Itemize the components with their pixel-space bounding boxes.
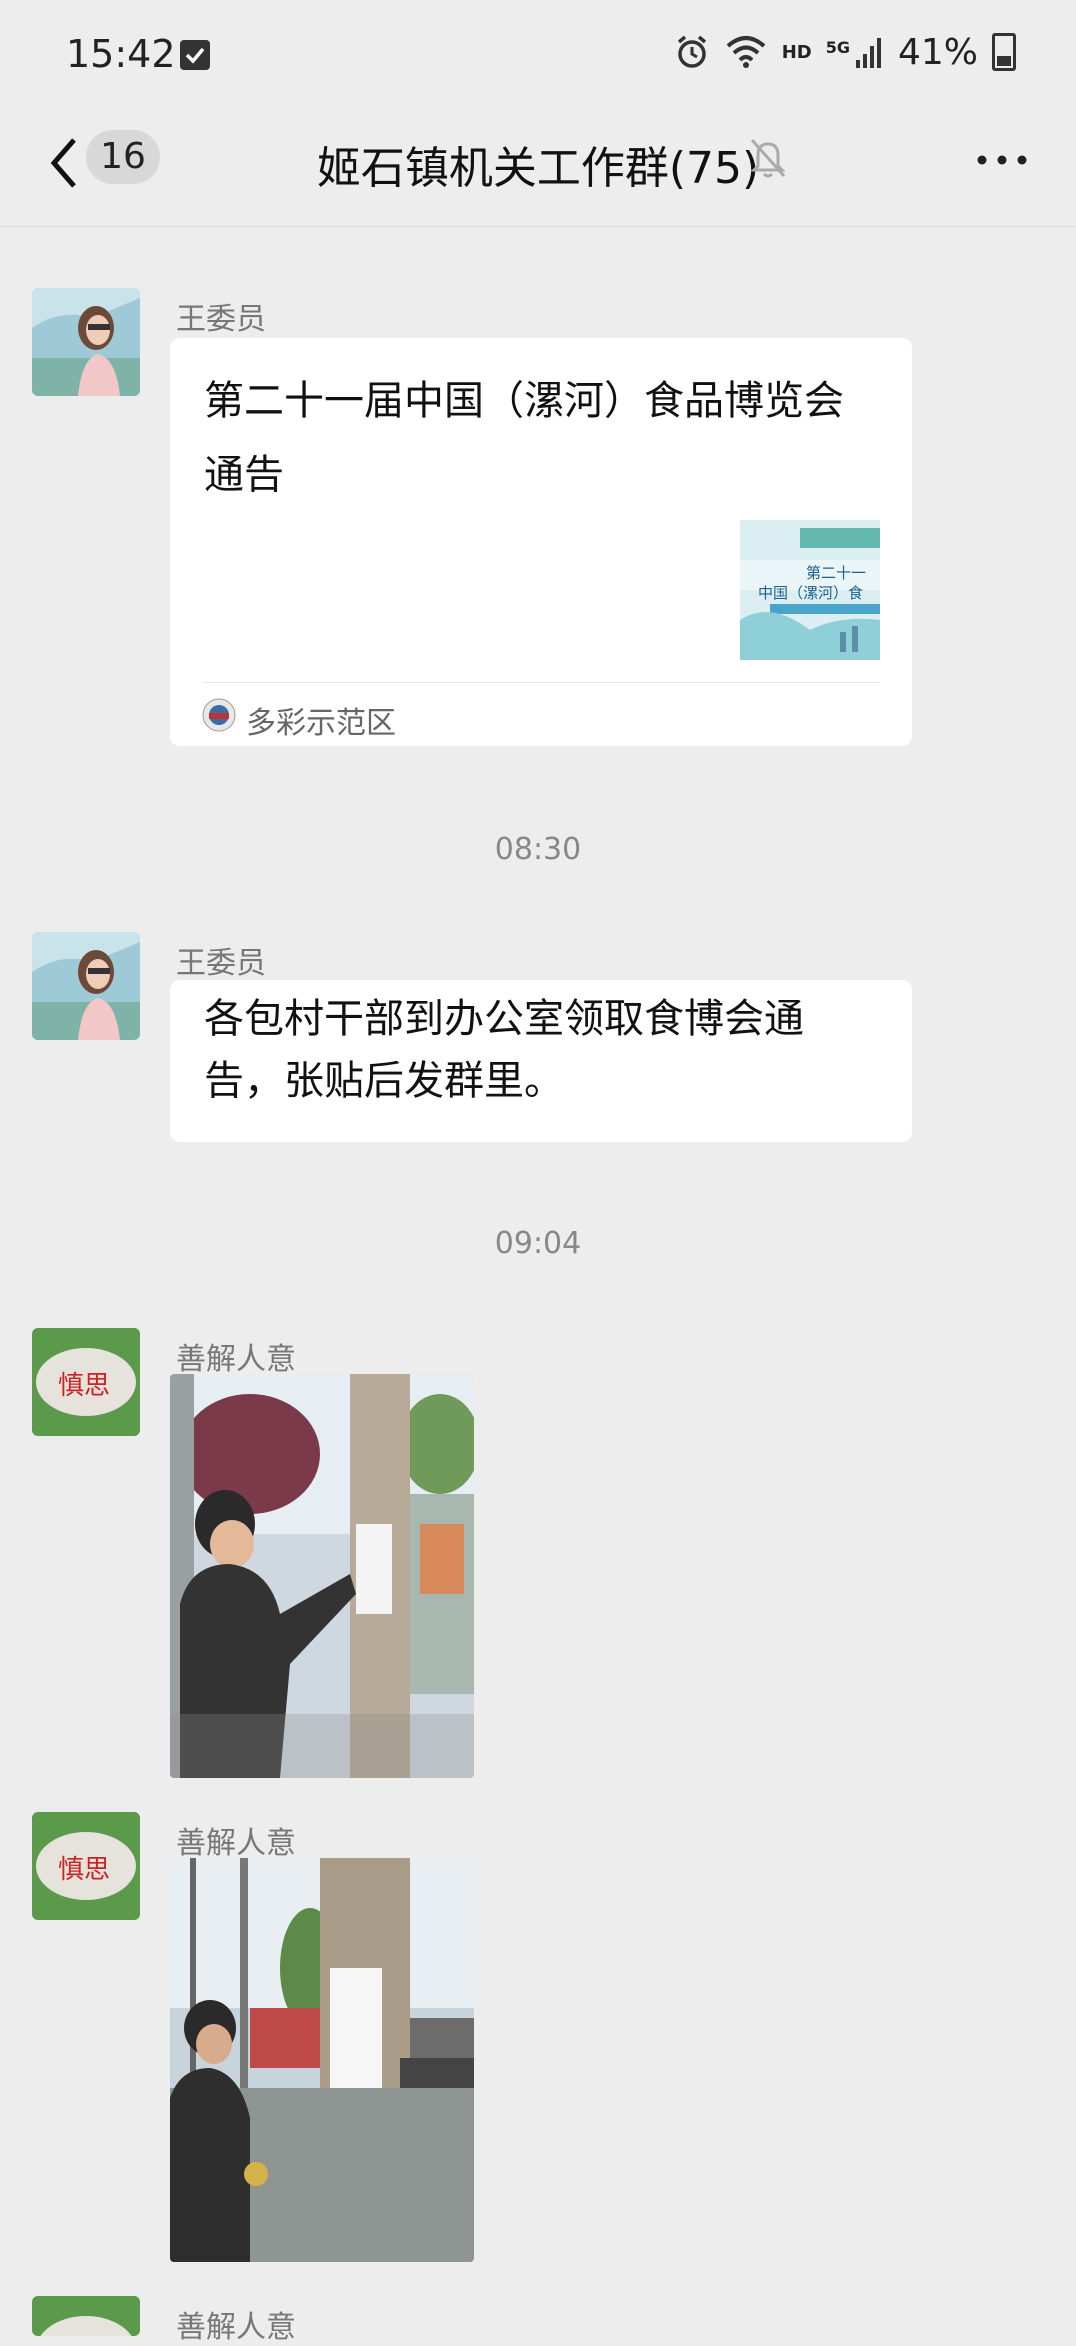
svg-text:第二十一: 第二十一: [806, 564, 866, 582]
photo-message[interactable]: [170, 1858, 474, 2262]
link-thumbnail: 第二十一 中国（漯河）食: [740, 520, 880, 660]
network-type: 5G: [825, 38, 850, 57]
sender-name: 王委员: [176, 302, 266, 337]
card-divider: [202, 682, 880, 683]
more-dots-icon[interactable]: [972, 130, 1032, 190]
link-card-bubble[interactable]: 第二十一届中国（漯河）食品博览会通告 第二十一 中国（漯河）食 多彩示范区: [170, 338, 912, 746]
avatar[interactable]: 慎思: [32, 1328, 140, 1436]
sender-name: 王委员: [176, 946, 266, 981]
avatar[interactable]: 慎思: [32, 1812, 140, 1920]
battery-icon: [992, 33, 1016, 71]
photo-message[interactable]: [170, 1374, 474, 1778]
svg-text:慎思: 慎思: [58, 1855, 110, 1885]
svg-text:中国（漯河）食: 中国（漯河）食: [758, 584, 863, 602]
timestamp: 08:30: [494, 832, 582, 867]
message-text: 各包村干部到办公室领取食博会通告，张贴后发群里。: [204, 996, 804, 1104]
status-time: 15:42: [66, 32, 176, 76]
wifi-icon: [726, 36, 766, 68]
avatar[interactable]: 慎思: [32, 2296, 140, 2336]
avatar[interactable]: [32, 932, 140, 1040]
alarm-icon: [677, 35, 706, 68]
message-bubble[interactable]: 各包村干部到办公室领取食博会通告，张贴后发群里。: [170, 980, 912, 1142]
battery-percent: 41%: [897, 31, 978, 73]
link-source: 多彩示范区: [246, 706, 396, 741]
timestamp: 09:04: [494, 1226, 582, 1261]
mute-bell-icon: [750, 139, 786, 178]
sender-name: 善解人意: [176, 1342, 296, 1377]
hd-badge: HD: [781, 41, 812, 63]
chat-title: 姬石镇机关工作群(75): [316, 143, 760, 194]
status-bar: 15:42 HD 5G 41%: [0, 0, 1076, 118]
svg-text:慎思: 慎思: [58, 1371, 110, 1401]
avatar[interactable]: [32, 288, 140, 396]
link-card-title: 第二十一届中国（漯河）食品博览会通告: [204, 378, 844, 498]
checkbox-icon: [180, 40, 210, 70]
header-divider: [0, 226, 1076, 227]
sender-name: 善解人意: [176, 1826, 296, 1861]
signal-icon: [855, 38, 881, 68]
sender-name: 善解人意: [176, 2310, 296, 2345]
source-logo-icon: [202, 698, 236, 732]
